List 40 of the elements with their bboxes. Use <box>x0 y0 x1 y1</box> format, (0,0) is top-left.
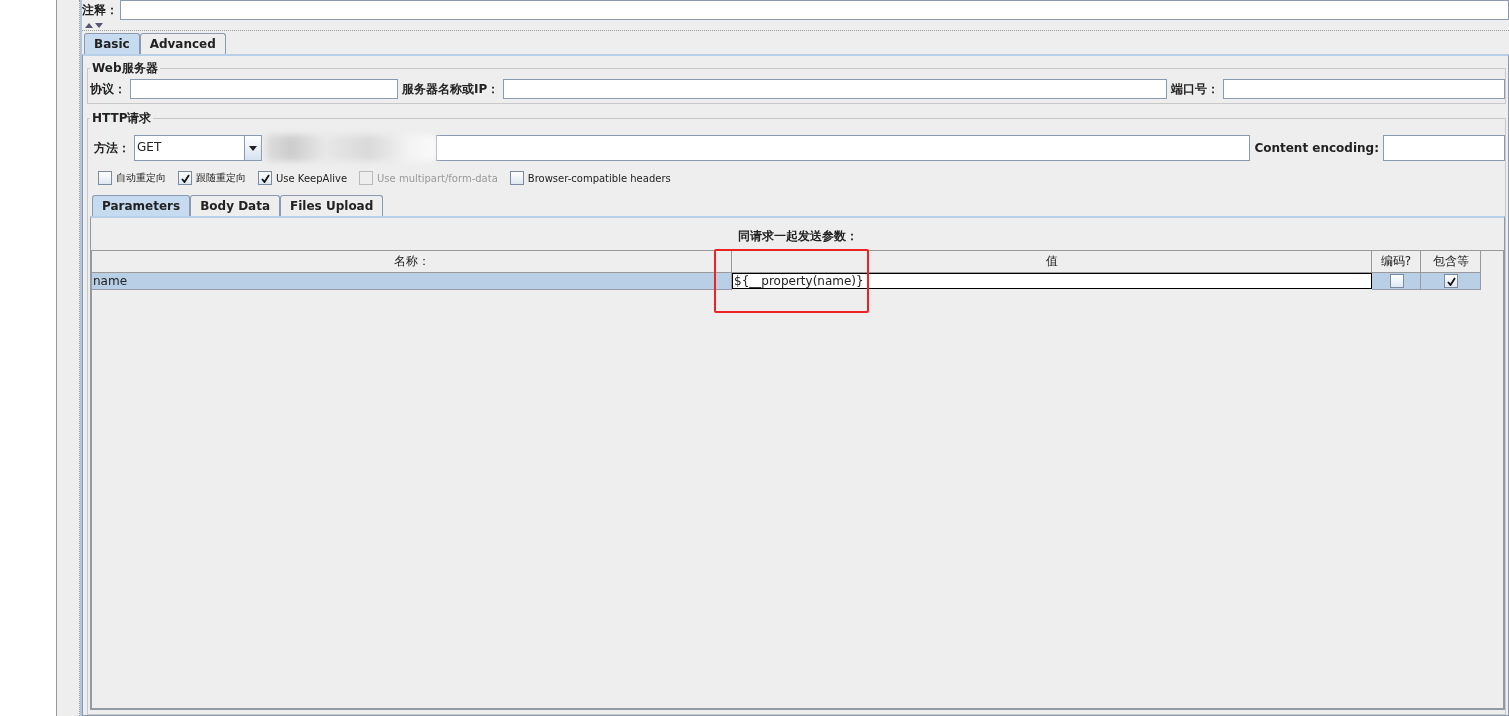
tab[interactable]: Advanced <box>139 33 226 54</box>
method-dropdown[interactable]: GET <box>134 135 262 161</box>
tab[interactable]: Body Data <box>190 195 281 216</box>
path-field[interactable] <box>436 135 1251 161</box>
protocol-label: 协议： <box>90 80 126 98</box>
table-cell: name <box>92 273 732 290</box>
comment-label: 注释： <box>82 1 118 19</box>
group-title: Web服务器 <box>91 60 159 77</box>
checkbox[interactable] <box>258 171 272 185</box>
port-label: 端口号： <box>1171 80 1220 98</box>
checkbox[interactable] <box>509 171 524 185</box>
method-label: 方法： <box>94 139 130 157</box>
splitter-arrows-icon[interactable] <box>84 22 104 28</box>
option-label: Use KeepAlive <box>276 172 348 184</box>
option-label: Use multipart/form-data <box>377 172 498 184</box>
option-label: Browser-compatible headers <box>527 172 671 184</box>
server-label: 服务器名称或IP： <box>402 80 500 98</box>
group-title: HTTP请求 <box>91 110 153 127</box>
column-header[interactable]: 包含等 <box>1421 251 1481 273</box>
checkbox[interactable] <box>98 171 112 185</box>
parameters-title: 同请求一起发送参数： <box>736 228 859 245</box>
column-header[interactable]: 编码? <box>1372 251 1421 273</box>
option-label: 自动重定向 <box>116 171 166 185</box>
value-input[interactable]: ${__property(name)} <box>732 273 1372 289</box>
encoding-label: Content encoding: <box>1254 141 1379 155</box>
tab[interactable]: Parameters <box>92 195 191 216</box>
checkbox[interactable] <box>178 171 192 185</box>
tab[interactable]: Basic <box>84 33 140 54</box>
port-field[interactable] <box>1223 79 1505 99</box>
caret-icon <box>249 145 257 151</box>
column-header[interactable]: 名称： <box>92 251 732 273</box>
checkbox[interactable] <box>1389 274 1404 288</box>
tab[interactable]: Files Upload <box>280 195 384 216</box>
checkbox[interactable] <box>1444 274 1458 288</box>
protocol-field[interactable] <box>130 79 398 99</box>
comment-field[interactable] <box>120 0 1509 20</box>
column-header[interactable]: 值 <box>732 251 1372 273</box>
server-field[interactable] <box>503 79 1168 99</box>
option-label: 跟随重定向 <box>196 171 246 185</box>
encoding-field[interactable] <box>1383 135 1505 161</box>
